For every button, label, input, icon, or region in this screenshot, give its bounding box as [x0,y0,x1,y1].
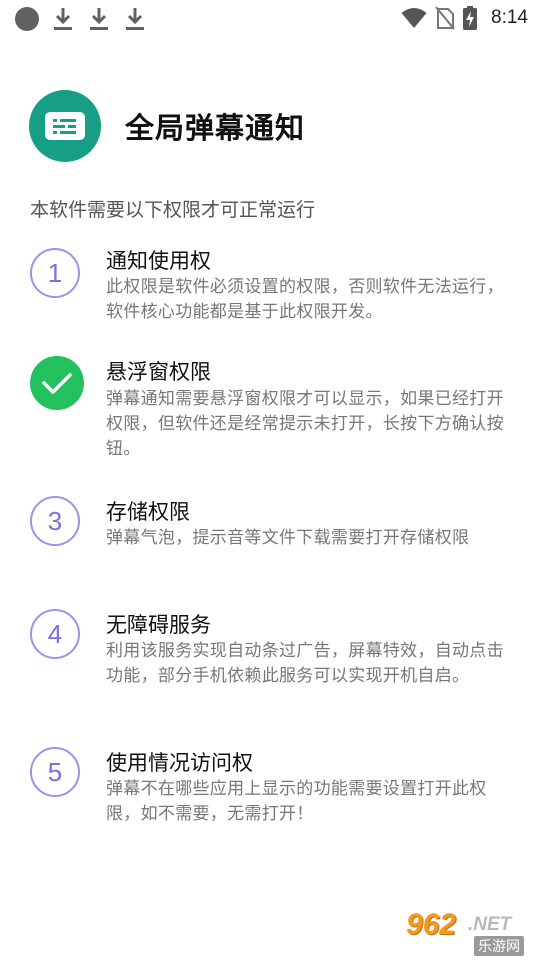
download-icon [126,8,144,30]
permission-description: 弹幕气泡，提示音等文件下载需要打开存储权限 [106,528,470,548]
permission-title: 无障碍服务 [106,613,211,637]
wifi-icon [401,8,427,28]
permission-description: 利用该服务实现自动条过广告，屏幕特效，自动点击功能，部分手机依赖此服务可以实现开… [106,641,504,686]
permission-description: 此权限是软件必须设置的权限，否则软件无法运行，软件核心功能都是基于此权限开发。 [106,277,504,322]
notification-dot-icon [15,7,39,31]
site-watermark: 962 .NET 乐游网 [404,908,534,956]
status-bar: 8:14 [0,0,540,36]
permission-title: 使用情况访问权 [106,751,253,775]
app-title: 全局弹幕通知 [125,111,306,145]
download-icon [54,8,72,30]
status-time: 8:14 [491,7,528,28]
intro-text: 本软件需要以下权限才可正常运行 [30,199,316,221]
watermark-domain: .NET [468,914,512,935]
permission-title: 通知使用权 [106,249,211,273]
permission-title: 悬浮窗权限 [106,360,211,384]
subtitles-icon [45,112,85,140]
watermark-number: 962 [406,908,457,941]
permission-description: 弹幕通知需要悬浮窗权限才可以显示，如果已经打开权限，但软件还是经常提示未打开，长… [106,389,504,459]
permission-description: 弹幕不在哪些应用上显示的功能需要设置打开此权限，如不需要，无需打开！ [106,779,487,824]
step-number-badge: 3 [30,496,80,546]
step-number-badge: 1 [30,248,80,298]
download-icon [90,8,108,30]
no-sim-icon [435,6,455,30]
check-icon [30,356,84,410]
app-logo [29,90,101,162]
battery-charging-icon [463,6,478,30]
permission-title: 存储权限 [106,500,190,524]
watermark-site-name: 乐游网 [474,936,524,956]
step-number-badge: 5 [30,747,80,797]
step-number-badge: 4 [30,609,80,659]
